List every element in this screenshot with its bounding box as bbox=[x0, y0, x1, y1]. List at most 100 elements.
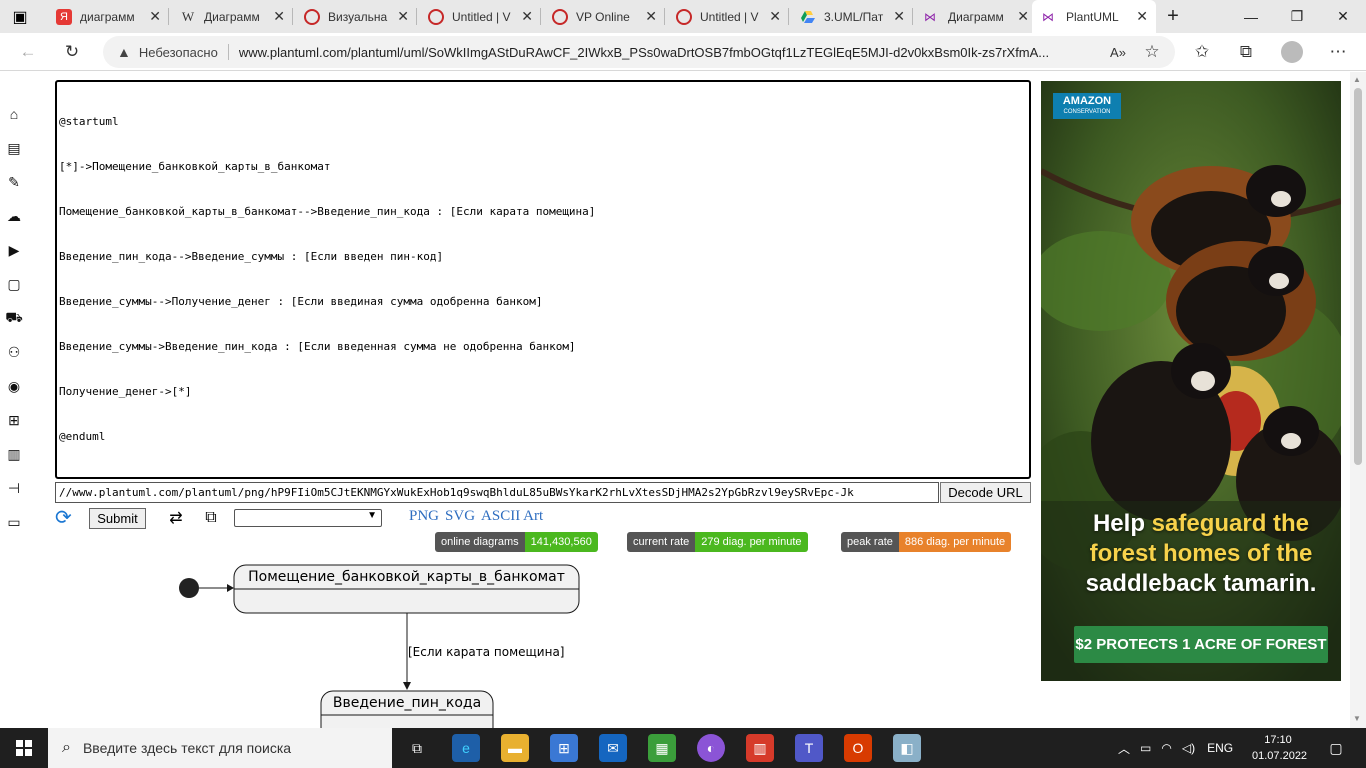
language-indicator[interactable]: ENG bbox=[1207, 741, 1233, 755]
volume-icon[interactable]: ◁) bbox=[1182, 741, 1195, 755]
notifications-icon[interactable]: ▢ bbox=[1322, 734, 1350, 762]
stat-value: 141,430,560 bbox=[524, 532, 598, 552]
signpost-icon[interactable]: ⊣ bbox=[5, 479, 23, 497]
format-select[interactable]: ▼ bbox=[234, 509, 382, 527]
encoded-url-input[interactable]: //www.plantuml.com/plantuml/png/hP9FIiOm… bbox=[55, 482, 939, 503]
wikipedia-icon: W bbox=[181, 8, 195, 24]
settings-menu-icon[interactable]: ⋯ bbox=[1324, 38, 1352, 66]
read-aloud-icon[interactable]: A» bbox=[1104, 38, 1132, 66]
play-icon[interactable]: ▶ bbox=[5, 241, 23, 259]
spreadsheet-icon[interactable]: ▦ bbox=[648, 734, 676, 762]
close-icon[interactable]: ✕ bbox=[645, 8, 657, 25]
office-icon[interactable]: O bbox=[844, 734, 872, 762]
tab-9-active[interactable]: ⋈ PlantUML ✕ bbox=[1032, 0, 1156, 33]
swap-icon[interactable]: ⇄ bbox=[166, 508, 186, 528]
chevron-up-icon[interactable]: ︿ bbox=[1118, 740, 1130, 757]
profile-icon[interactable] bbox=[1278, 38, 1306, 66]
tab-6[interactable]: Untitled | V ✕ bbox=[666, 0, 789, 33]
tab-4[interactable]: Untitled | V ✕ bbox=[418, 0, 541, 33]
taskbar-search[interactable]: ⌕ Введите здесь текст для поиска bbox=[48, 728, 392, 768]
png-link[interactable]: PNG bbox=[409, 508, 439, 524]
headline-highlight: safeguard the bbox=[1151, 510, 1310, 537]
close-icon[interactable]: ✕ bbox=[521, 8, 533, 25]
tab-1[interactable]: Я диаграмм ✕ bbox=[46, 0, 169, 33]
close-icon[interactable]: ✕ bbox=[893, 8, 905, 25]
format-links: PNG SVG ASCII Art bbox=[409, 508, 549, 525]
cart-icon[interactable]: ⛟ bbox=[5, 309, 23, 327]
tab-8[interactable]: ⋈ Диаграмм ✕ bbox=[914, 0, 1037, 33]
cloud-icon[interactable]: ☁ bbox=[5, 207, 23, 225]
chip-icon[interactable]: ⊞ bbox=[5, 411, 23, 429]
window-close-icon[interactable]: ✕ bbox=[1320, 0, 1366, 33]
store-icon[interactable]: ⊞ bbox=[550, 734, 578, 762]
scroll-thumb[interactable] bbox=[1354, 88, 1362, 465]
code-line: Введение_пин_кода-->Введение_суммы : [Ес… bbox=[59, 250, 444, 263]
battery-icon[interactable]: ▭ bbox=[1140, 741, 1151, 755]
clock[interactable]: 17:10 01.07.2022 bbox=[1252, 732, 1307, 764]
svg-link[interactable]: SVG bbox=[445, 508, 475, 524]
new-tab-icon[interactable]: + bbox=[1150, 0, 1196, 33]
sitemap-icon[interactable]: ⚇ bbox=[5, 343, 23, 361]
left-sidebar: ⌂ ▤ ✎ ☁ ▶ ▢ ⛟ ⚇ ◉ ⊞ ▥ ⊣ ▭ bbox=[0, 72, 28, 728]
start-button[interactable] bbox=[0, 728, 48, 768]
stat-online-diagrams: online diagrams 141,430,560 bbox=[435, 532, 598, 552]
edge-icon[interactable]: e bbox=[452, 734, 480, 762]
mail-icon[interactable]: ✉ bbox=[599, 734, 627, 762]
notes-icon[interactable]: ◧ bbox=[893, 734, 921, 762]
document-icon[interactable]: ▤ bbox=[5, 139, 23, 157]
wifi-icon[interactable]: ◠ bbox=[1161, 741, 1171, 755]
decode-url-button[interactable]: Decode URL bbox=[940, 482, 1031, 503]
code-line: [*]->Помещение_банковкой_карты_в_банкома… bbox=[59, 160, 331, 173]
arrowhead bbox=[227, 584, 234, 592]
chat-icon[interactable]: ▢ bbox=[5, 275, 23, 293]
back-icon[interactable]: ← bbox=[14, 38, 42, 66]
close-icon[interactable]: ✕ bbox=[1017, 8, 1029, 25]
google-drive-icon bbox=[800, 9, 816, 25]
open-external-icon[interactable]: ⧉ bbox=[201, 508, 221, 528]
close-icon[interactable]: ✕ bbox=[397, 8, 409, 25]
scroll-up-icon[interactable]: ▲ bbox=[1353, 75, 1361, 84]
close-icon[interactable]: ✕ bbox=[149, 8, 161, 25]
favorites-icon[interactable]: ✩ bbox=[1188, 38, 1216, 66]
scroll-down-icon[interactable]: ▼ bbox=[1353, 714, 1361, 723]
file-explorer-icon[interactable]: ▬ bbox=[501, 734, 529, 762]
url-text[interactable]: www.plantuml.com/plantuml/uml/SoWkIImgAS… bbox=[239, 45, 1089, 60]
code-line: Получение_денег->[*] bbox=[59, 385, 192, 398]
collections-icon[interactable]: ⧉ bbox=[1232, 38, 1260, 66]
teams-icon[interactable]: T bbox=[795, 734, 823, 762]
add-favorite-icon[interactable]: ☆ bbox=[1138, 38, 1166, 66]
paint-icon[interactable]: ◐ bbox=[697, 734, 725, 762]
reload-icon[interactable]: ↻ bbox=[58, 38, 86, 66]
ascii-art-link[interactable]: ASCII Art bbox=[481, 508, 543, 524]
ad-cta-button[interactable]: $2 PROTECTS 1 ACRE OF FOREST bbox=[1074, 626, 1328, 663]
address-bar[interactable]: ▲ Небезопасно www.plantuml.com/plantuml/… bbox=[103, 36, 1175, 68]
close-icon[interactable]: ✕ bbox=[273, 8, 285, 25]
tab-strip: ▣ Я диаграмм ✕ W Диаграмм ✕ Визуальна ✕ … bbox=[0, 0, 1366, 33]
advertisement-banner[interactable]: AMAZON CONSERVATION Help safeguard the f… bbox=[1041, 81, 1341, 681]
tab-5[interactable]: VP Online ✕ bbox=[542, 0, 665, 33]
archive-icon[interactable]: ▥ bbox=[746, 734, 774, 762]
minimize-icon[interactable]: — bbox=[1228, 0, 1274, 33]
book-icon[interactable]: ▭ bbox=[5, 513, 23, 531]
refresh-icon[interactable]: ⟳ bbox=[55, 508, 75, 528]
page-scrollbar[interactable]: ▲ ▼ bbox=[1350, 72, 1366, 728]
home-icon[interactable]: ⌂ bbox=[5, 105, 23, 123]
tab-title: Untitled | V bbox=[452, 9, 511, 24]
submit-button[interactable]: Submit bbox=[89, 508, 146, 529]
stat-value: 279 diag. per minute bbox=[695, 532, 808, 552]
tab-2[interactable]: W Диаграмм ✕ bbox=[170, 0, 293, 33]
library-icon[interactable]: ▥ bbox=[5, 445, 23, 463]
tab-3[interactable]: Визуальна ✕ bbox=[294, 0, 417, 33]
brush-icon[interactable]: ✎ bbox=[5, 173, 23, 191]
tab-title: Визуальна bbox=[328, 9, 388, 24]
tab-title: PlantUML bbox=[1066, 9, 1119, 24]
close-icon[interactable]: ✕ bbox=[769, 8, 781, 25]
tab-7[interactable]: 3.UML/Пат ✕ bbox=[790, 0, 913, 33]
palette-icon[interactable]: ◉ bbox=[5, 377, 23, 395]
close-icon[interactable]: ✕ bbox=[1136, 8, 1148, 25]
tab-actions-icon[interactable]: ▣ bbox=[8, 5, 32, 29]
task-view-icon[interactable]: ⧉ bbox=[403, 734, 431, 762]
code-line: Введение_суммы->Введение_пин_кода : [Есл… bbox=[59, 340, 576, 353]
maximize-icon[interactable]: ❐ bbox=[1274, 0, 1320, 33]
uml-source-editor[interactable]: @startuml [*]->Помещение_банковкой_карты… bbox=[55, 80, 1031, 479]
